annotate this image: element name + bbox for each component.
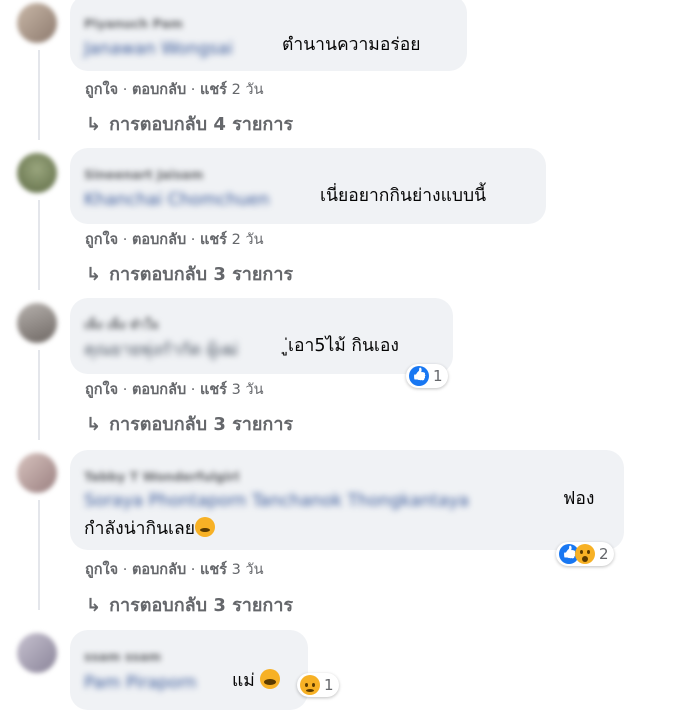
thread-line xyxy=(38,500,40,610)
comment-text: ฟอง xyxy=(563,489,595,509)
thread-line xyxy=(38,50,40,140)
timestamp[interactable]: 3 วัน xyxy=(232,562,264,578)
comment-text-line: แม่ xyxy=(232,671,255,691)
replies-label: การตอบกลับ 3 รายการ xyxy=(109,595,294,616)
comment-text: ู่เอา5ไม้ กินเอง xyxy=(288,336,399,356)
comment-bubble: Tabby T Wonderfulgirl Soraya Phontaporn … xyxy=(70,450,624,550)
like-reaction-icon xyxy=(409,366,429,386)
thread-line xyxy=(38,350,40,440)
reaction-summary[interactable]: 1 xyxy=(297,673,339,697)
replies-label: การตอบกลับ 3 รายการ xyxy=(109,414,294,435)
reaction-summary[interactable]: 2 xyxy=(556,542,614,566)
comment-bubble: Piyanuch Pam Janawan Wongsai ตำนานความอร… xyxy=(70,0,467,71)
reaction-count: 1 xyxy=(433,367,443,385)
like-button[interactable]: ถูกใจ xyxy=(85,382,118,398)
comment-bubble: ssam ssam Pam Piraporn แม่ xyxy=(70,630,308,710)
reply-button[interactable]: ตอบกลับ xyxy=(132,382,186,398)
reply-arrow-icon: ↳ xyxy=(86,414,102,435)
avatar[interactable] xyxy=(17,303,57,343)
share-button[interactable]: แชร์ xyxy=(200,562,227,578)
like-button[interactable]: ถูกใจ xyxy=(85,562,118,578)
reply-button[interactable]: ตอบกลับ xyxy=(132,562,186,578)
comment-bubble: เพ็ง เพ็ง ทำใจ คุณยายพุ่งกำกัด ผู้เฒ่ ู่… xyxy=(70,298,453,374)
replies-label: การตอบกลับ 3 รายการ xyxy=(109,264,294,285)
reaction-summary[interactable]: 1 xyxy=(406,364,448,388)
timestamp[interactable]: 3 วัน xyxy=(232,382,264,398)
comment-text: กำลังน่ากินเลย xyxy=(84,514,215,544)
avatar[interactable] xyxy=(17,453,57,493)
tagged-user[interactable]: Khanchai Chomchuen xyxy=(84,185,270,215)
like-button[interactable]: ถูกใจ xyxy=(85,82,118,98)
avatar[interactable] xyxy=(17,3,57,43)
comment-text-line: กำลังน่ากินเลย xyxy=(84,519,195,539)
share-button[interactable]: แชร์ xyxy=(200,232,227,248)
avatar[interactable] xyxy=(17,153,57,193)
view-replies-link[interactable]: ↳ การตอบกลับ 3 รายการ xyxy=(86,409,293,438)
laughing-crying-emoji-icon xyxy=(260,669,281,689)
reply-arrow-icon: ↳ xyxy=(86,264,102,285)
tagged-user[interactable]: Janawan Wongsai xyxy=(84,34,233,64)
sad-reaction-icon xyxy=(300,675,320,695)
reply-button[interactable]: ตอบกลับ xyxy=(132,232,186,248)
comment-bubble: Sineenart Jaisam Khanchai Chomchuen เนี่… xyxy=(70,148,546,224)
smiling-emoji-icon xyxy=(195,517,215,537)
tagged-user[interactable]: คุณยายพุ่งกำกัด ผู้เฒ่ xyxy=(84,335,238,365)
reaction-count: 2 xyxy=(599,545,609,563)
reply-button[interactable]: ตอบกลับ xyxy=(132,82,186,98)
comment-actions: ถูกใจ · ตอบกลับ · แชร์ 3 วัน xyxy=(85,382,264,398)
view-replies-link[interactable]: ↳ การตอบกลับ 3 รายการ xyxy=(86,590,293,619)
comment-text: แม่ xyxy=(232,666,281,696)
reply-arrow-icon: ↳ xyxy=(86,114,102,135)
timestamp[interactable]: 2 วัน xyxy=(232,82,264,98)
comment-actions: ถูกใจ · ตอบกลับ · แชร์ 2 วัน xyxy=(85,82,264,98)
tagged-user[interactable]: Soraya Phontaporn Tanchanok Thongkantaya xyxy=(84,486,469,516)
like-button[interactable]: ถูกใจ xyxy=(85,232,118,248)
thread-line xyxy=(38,200,40,290)
comment-text: เนี่ยอยากกินย่างแบบนี้ xyxy=(320,186,487,206)
timestamp[interactable]: 2 วัน xyxy=(232,232,264,248)
comment-actions: ถูกใจ · ตอบกลับ · แชร์ 2 วัน xyxy=(85,232,264,248)
comment-actions: ถูกใจ · ตอบกลับ · แชร์ 3 วัน xyxy=(85,562,264,578)
reply-arrow-icon: ↳ xyxy=(86,595,102,616)
view-replies-link[interactable]: ↳ การตอบกลับ 3 รายการ xyxy=(86,259,293,288)
reaction-count: 1 xyxy=(324,676,334,694)
view-replies-link[interactable]: ↳ การตอบกลับ 4 รายการ xyxy=(86,109,293,138)
avatar[interactable] xyxy=(17,633,57,673)
tagged-user[interactable]: Pam Piraporn xyxy=(84,668,197,698)
replies-label: การตอบกลับ 4 รายการ xyxy=(109,114,294,135)
comment-text: ตำนานความอร่อย xyxy=(282,35,421,55)
share-button[interactable]: แชร์ xyxy=(200,382,227,398)
wow-reaction-icon xyxy=(575,544,595,564)
share-button[interactable]: แชร์ xyxy=(200,82,227,98)
